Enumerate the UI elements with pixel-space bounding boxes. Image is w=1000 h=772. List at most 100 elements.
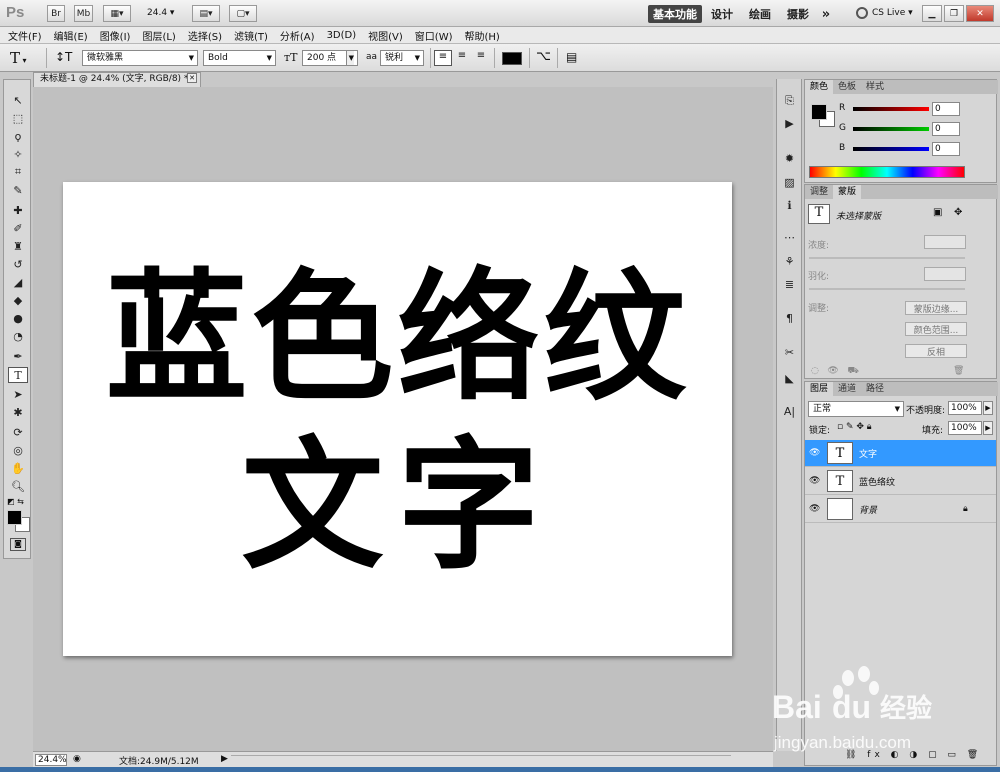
blend-mode-select[interactable]: 正常 ▼ <box>808 401 904 417</box>
info-icon[interactable]: ℹ <box>781 198 798 213</box>
document-canvas[interactable]: 蓝色络纹 文字 <box>63 182 732 656</box>
lasso-tool-icon[interactable]: ϙ <box>8 128 28 144</box>
horizontal-scrollbar[interactable] <box>231 755 731 765</box>
move-tool-icon[interactable]: ↖ <box>8 92 28 108</box>
red-slider[interactable] <box>853 107 929 111</box>
menu-window[interactable]: 窗口(W) <box>415 28 453 43</box>
color-spectrum-bar[interactable] <box>809 166 965 178</box>
toggle-text-orientation-icon[interactable]: ↕T <box>55 50 72 64</box>
menu-file[interactable]: 文件(F) <box>8 28 42 43</box>
menu-image[interactable]: 图像(I) <box>100 28 131 43</box>
close-button[interactable]: ✕ <box>966 5 994 22</box>
workspace-photography[interactable]: 摄影 <box>783 5 813 23</box>
warp-text-icon[interactable]: ⌥ <box>536 49 551 64</box>
view-extras-button[interactable]: ▦▾ <box>103 5 131 22</box>
paint-bucket-tool-icon[interactable]: ◆ <box>8 292 28 308</box>
tab-styles[interactable]: 样式 <box>861 80 889 94</box>
tab-paths[interactable]: 路径 <box>861 382 889 396</box>
feather-slider[interactable] <box>809 288 965 290</box>
dodge-tool-icon[interactable]: ◔ <box>8 328 28 344</box>
path-selection-tool-icon[interactable]: ➤ <box>8 386 28 402</box>
character-icon[interactable]: ✂ <box>781 345 798 360</box>
eyedropper-tool-icon[interactable]: ✎ <box>8 182 28 198</box>
history-brush-tool-icon[interactable]: ↺ <box>8 256 28 272</box>
status-info-icon[interactable]: ◉ <box>73 754 81 764</box>
delete-mask-icon[interactable]: 🗑︎ <box>953 366 964 376</box>
quick-selection-tool-icon[interactable]: ✧ <box>8 146 28 162</box>
density-field[interactable] <box>924 235 966 249</box>
eraser-tool-icon[interactable]: ◢ <box>8 274 28 290</box>
clone-source-icon[interactable]: ⚘ <box>781 254 798 269</box>
workspace-essentials[interactable]: 基本功能 <box>648 5 702 23</box>
visibility-eye-icon[interactable]: 👁︎ <box>809 448 823 458</box>
cs-live-button[interactable]: CS Live ▾ <box>872 8 913 18</box>
status-menu-arrow[interactable]: ▶ <box>221 754 228 764</box>
font-size-select[interactable]: 200 点 ▼ <box>302 50 358 66</box>
menu-analysis[interactable]: 分析(A) <box>280 28 315 43</box>
align-center-button[interactable]: ≡ <box>454 50 470 66</box>
visibility-eye-icon[interactable]: 👁︎ <box>809 504 823 514</box>
lock-icons[interactable]: ▫ ✎ ✥ 🔒︎ <box>837 422 872 432</box>
opacity-arrow[interactable]: ▶ <box>983 401 993 415</box>
tab-channels[interactable]: 通道 <box>833 382 861 396</box>
minimize-button[interactable]: ▁ <box>922 5 942 22</box>
tab-layers[interactable]: 图层 <box>805 382 834 396</box>
invert-button[interactable]: 反相 <box>905 344 967 358</box>
tab-color[interactable]: 颜色 <box>805 80 834 94</box>
styles-icon[interactable]: ◣ <box>781 371 798 386</box>
menu-help[interactable]: 帮助(H) <box>465 28 500 43</box>
menu-edit[interactable]: 编辑(E) <box>54 28 88 43</box>
type-tool-icon[interactable]: T <box>8 367 28 383</box>
foreground-color-swatch[interactable] <box>7 510 22 525</box>
more-workspaces-button[interactable]: » <box>818 5 834 23</box>
density-slider[interactable] <box>809 257 965 259</box>
workspace-design[interactable]: 设计 <box>708 5 736 23</box>
character-style-icon[interactable]: A| <box>781 404 798 419</box>
fill-arrow[interactable]: ▶ <box>983 421 993 435</box>
menu-view[interactable]: 视图(V) <box>368 28 403 43</box>
status-zoom-field[interactable]: 24.4% <box>35 754 67 766</box>
layer-row[interactable]: 👁︎ T 蓝色络纹 <box>805 468 996 495</box>
blue-slider[interactable] <box>853 147 929 151</box>
tab-adjustments[interactable]: 调整 <box>805 185 833 199</box>
document-tab[interactable]: 未标题-1 @ 24.4% (文字, RGB/8) * ✕ <box>33 72 201 87</box>
tool-preset-picker[interactable]: T ▾ <box>10 49 27 67</box>
opacity-field[interactable]: 100% <box>948 401 982 415</box>
green-slider[interactable] <box>853 127 929 131</box>
adjustments-icon[interactable]: ✹ <box>781 151 798 166</box>
mask-edge-button[interactable]: 蒙版边缘... <box>905 301 967 315</box>
shape-tool-icon[interactable]: ✱ <box>8 404 28 420</box>
blue-value[interactable]: 0 <box>932 142 960 156</box>
workspace-painting[interactable]: 绘画 <box>745 5 775 23</box>
brushes-icon[interactable]: ⋯ <box>781 230 798 245</box>
navigator-icon[interactable]: ▨ <box>781 175 798 190</box>
anti-alias-select[interactable]: 锐利 ▼ <box>380 50 424 66</box>
align-right-button[interactable]: ≡ <box>473 50 489 66</box>
menu-layer[interactable]: 图层(L) <box>142 28 175 43</box>
mini-bridge-button[interactable]: Mb <box>74 5 93 22</box>
close-document-icon[interactable]: ✕ <box>187 73 197 83</box>
text-color-swatch[interactable] <box>502 52 522 65</box>
3d-orbit-tool-icon[interactable]: ◎ <box>8 442 28 458</box>
feather-field[interactable] <box>924 267 966 281</box>
marquee-tool-icon[interactable]: ⬚ <box>8 110 28 126</box>
red-value[interactable]: 0 <box>932 102 960 116</box>
menu-3d[interactable]: 3D(D) <box>327 30 357 41</box>
pen-tool-icon[interactable]: ✒ <box>8 348 28 364</box>
blur-tool-icon[interactable]: ● <box>8 310 28 326</box>
layer-row[interactable]: 👁︎ T 文字 <box>805 440 996 467</box>
green-value[interactable]: 0 <box>932 122 960 136</box>
quick-mask-icon[interactable]: ◙ <box>10 538 26 551</box>
color-range-button[interactable]: 颜色范围... <box>905 322 967 336</box>
screen-mode-button[interactable]: ▢▾ <box>229 5 257 22</box>
font-style-select[interactable]: Bold ▼ <box>203 50 276 66</box>
bridge-button[interactable]: Br <box>47 5 65 22</box>
crop-tool-icon[interactable]: ⌗ <box>8 164 28 180</box>
align-left-button[interactable]: ≡ <box>434 50 452 66</box>
hand-tool-icon[interactable]: ✋ <box>8 460 28 476</box>
zoom-tool-icon[interactable]: 🔍︎ <box>8 478 28 494</box>
actions-icon[interactable]: ▶ <box>781 116 798 131</box>
zoom-level-dropdown[interactable]: 24.4 ▾ <box>147 8 174 18</box>
brush-tool-icon[interactable]: ✐ <box>8 220 28 236</box>
paragraph-icon[interactable]: ¶ <box>781 311 798 326</box>
